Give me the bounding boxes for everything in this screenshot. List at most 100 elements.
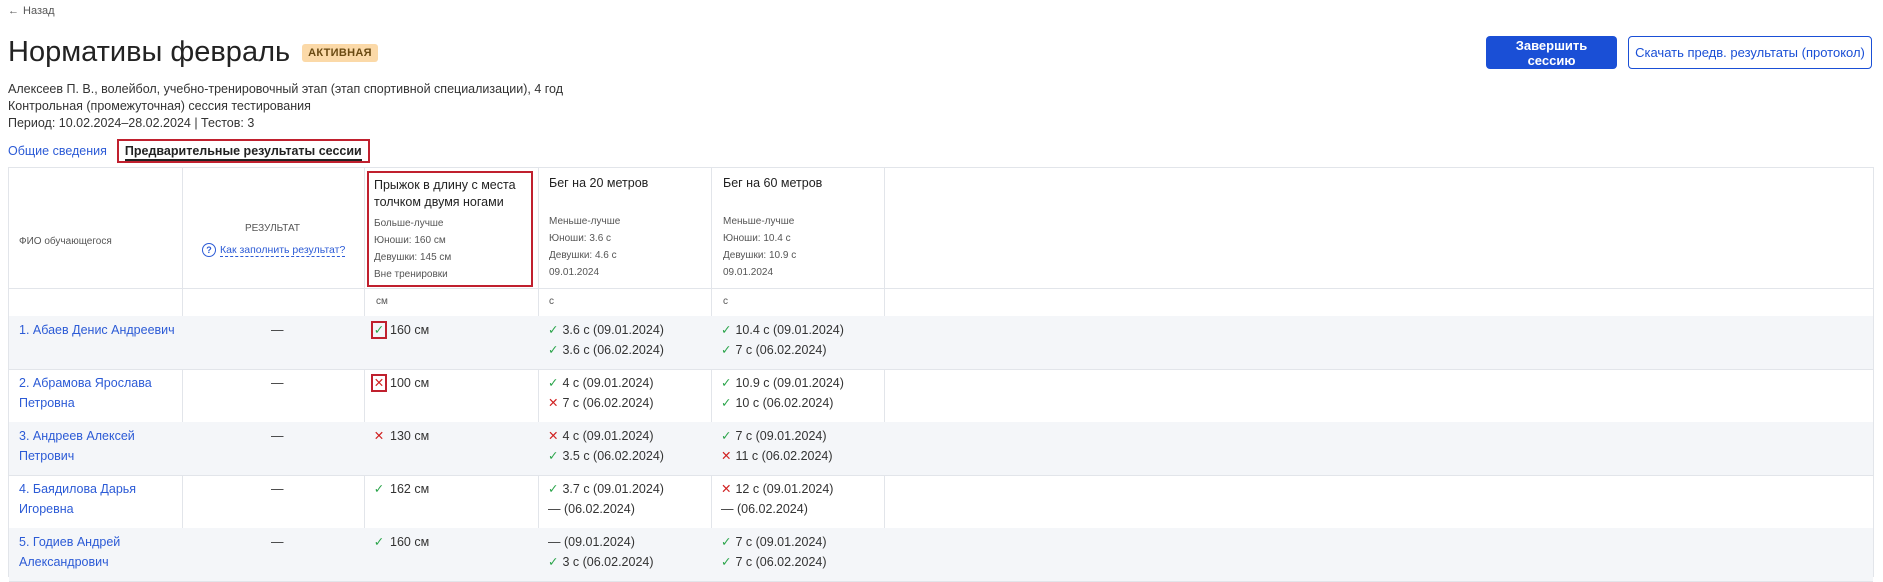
download-results-button[interactable]: Скачать предв. результаты (протокол): [1628, 36, 1872, 69]
header-result: РЕЗУЛЬТАТ: [245, 223, 300, 234]
test-1-text: 100 см: [390, 376, 430, 390]
test-3-attempt-1: 7 с (09.01.2024): [735, 535, 827, 549]
student-name-cell: 2. Абрамова Ярослава Петровна: [19, 373, 179, 413]
header-name: ФИО обучающегося: [19, 236, 112, 247]
tab-general[interactable]: Общие сведения: [8, 144, 107, 158]
check-icon: ✓: [721, 343, 732, 357]
test-1-status-icon: ✓: [371, 480, 387, 498]
test-3-rule: Меньше-лучше: [723, 216, 795, 227]
finish-session-button[interactable]: Завершить сессию: [1486, 36, 1617, 69]
test-2-attempt-2: 3.5 с (06.02.2024): [562, 449, 664, 463]
how-fill-link[interactable]: ? Как заполнить результат?: [202, 243, 346, 257]
test-1-text: 130 см: [390, 429, 430, 443]
test-2-values: ✓ 4 с (09.01.2024) ✕ 7 с (06.02.2024): [548, 373, 654, 413]
test-3-values: ✕ 12 с (09.01.2024) — (06.02.2024): [721, 479, 833, 519]
test-1-rule: Больше-лучше: [374, 218, 444, 229]
test-2-boys: Юноши: 3.6 с: [549, 233, 612, 244]
check-icon: ✓: [548, 376, 559, 390]
test-3-attempt-2: 10 с (06.02.2024): [735, 396, 834, 410]
test-1-status-icon: ✓: [371, 533, 387, 551]
test-2-girls: Девушки: 4.6 с: [549, 250, 617, 261]
info-session-type: Контрольная (промежуточная) сессия тести…: [8, 99, 311, 113]
check-icon: ✓: [548, 343, 559, 357]
test-1-text: 162 см: [390, 482, 430, 496]
check-icon: ✓: [548, 555, 559, 569]
test-3-title: Бег на 60 метров: [723, 176, 823, 190]
result-value: —: [271, 323, 284, 337]
result-value: —: [271, 535, 284, 549]
test-3-attempt-1: 7 с (09.01.2024): [735, 429, 827, 443]
info-period: Период: 10.02.2024–28.02.2024 | Тестов: …: [8, 116, 255, 130]
student-name-line1: 4. Баядилова Дарья: [19, 482, 137, 496]
check-icon: ✓: [721, 535, 732, 549]
check-icon: ✓: [721, 396, 732, 410]
test-1-value: ✕ 130 см: [371, 426, 429, 446]
student-name-line1: 2. Абрамова Ярослава: [19, 376, 152, 390]
test-2-attempt-1: 4 с (09.01.2024): [562, 376, 654, 390]
table-row: 1. Абаев Денис Андреевич — ✓ 160 см ✓ 3.6 с (…: [9, 316, 1873, 370]
check-icon: ✓: [373, 482, 385, 496]
table-row: 3. Андреев Алексей Петрович — ✕ 130 см ✕ 4 с (…: [9, 422, 1873, 476]
test-2-attempt-2: — (06.02.2024): [548, 502, 635, 516]
table-row: 4. Баядилова Дарья Игоревна — ✓ 162 см ✓ 3.7 с…: [9, 475, 1873, 529]
cross-icon: ✕: [373, 376, 385, 390]
student-name-line1: 3. Андреев Алексей: [19, 429, 135, 443]
tab-results[interactable]: Предварительные результаты сессии: [124, 144, 362, 161]
check-icon: ✓: [373, 323, 385, 337]
test-3-girls: Девушки: 10.9 с: [723, 250, 797, 261]
test-2-attempt-2: 3.6 с (06.02.2024): [562, 343, 664, 357]
test-3-values: ✓ 10.4 с (09.01.2024) ✓ 7 с (06.02.2024): [721, 320, 844, 360]
test-3-attempt-2: — (06.02.2024): [721, 502, 808, 516]
test-2-attempt-1: 4 с (09.01.2024): [562, 429, 654, 443]
check-icon: ✓: [373, 535, 385, 549]
tab-results-highlight: Предварительные результаты сессии: [116, 139, 370, 163]
result-value: —: [271, 482, 284, 496]
result-value: —: [271, 429, 284, 443]
student-name-link[interactable]: 1. Абаев Денис Андреевич: [19, 320, 179, 340]
student-name-link[interactable]: 3. Андреев Алексей Петрович: [19, 426, 179, 466]
test-2-title: Бег на 20 метров: [549, 176, 649, 190]
test-2-values: ✓ 3.6 с (09.01.2024) ✓ 3.6 с (06.02.2024): [548, 320, 664, 360]
test-3-attempt-1: 12 с (09.01.2024): [735, 482, 834, 496]
session-info: Алексеев П. В., волейбол, учебно-трениро…: [8, 81, 563, 132]
test-3-extra: 09.01.2024: [723, 267, 774, 278]
cross-icon: ✕: [721, 449, 732, 463]
check-icon: ✓: [721, 376, 732, 390]
test-1-status-icon: ✓: [371, 321, 387, 339]
student-name-cell: 3. Андреев Алексей Петрович: [19, 426, 179, 466]
check-icon: ✓: [721, 429, 732, 443]
test-2-attempt-1: 3.7 с (09.01.2024): [562, 482, 664, 496]
check-icon: ✓: [721, 555, 732, 569]
test-1-text: 160 см: [390, 535, 430, 549]
cross-icon: ✕: [548, 429, 559, 443]
result-value: —: [271, 376, 284, 390]
back-link[interactable]: ← Назад: [8, 5, 55, 17]
check-icon: ✓: [548, 482, 559, 496]
test-1-title-line1: Прыжок в длину с места: [374, 178, 516, 192]
test-2-values: ✕ 4 с (09.01.2024) ✓ 3.5 с (06.02.2024): [548, 426, 664, 466]
page-header: Нормативы февраль АКТИВНАЯ: [8, 36, 378, 69]
test-2-attempt-1: 3.6 с (09.01.2024): [562, 323, 664, 337]
how-fill-label: Как заполнить результат?: [220, 244, 346, 257]
test-3-values: ✓ 7 с (09.01.2024) ✕ 11 с (06.02.2024): [721, 426, 833, 466]
test-1-title-line2: толчком двумя ногами: [374, 195, 504, 209]
test-2-extra: 09.01.2024: [549, 267, 600, 278]
table-row: 2. Абрамова Ярослава Петровна — ✕ 100 см ✓ 4 с…: [9, 369, 1873, 423]
test-2-attempt-1: — (09.01.2024): [548, 535, 635, 549]
question-icon: ?: [202, 243, 216, 257]
student-name-link[interactable]: 5. Годиев Андрей Александрович: [19, 532, 179, 572]
test-3-values: ✓ 10.9 с (09.01.2024) ✓ 10 с (06.02.2024): [721, 373, 844, 413]
check-icon: ✓: [548, 323, 559, 337]
cross-icon: ✕: [373, 429, 385, 443]
test-3-attempt-2: 7 с (06.02.2024): [735, 343, 827, 357]
test-1-unit: см: [376, 296, 388, 307]
student-name-link[interactable]: 4. Баядилова Дарья Игоревна: [19, 479, 179, 519]
test-1-girls: Девушки: 145 см: [374, 252, 452, 263]
student-name-line1: 1. Абаев Денис Андреевич: [19, 323, 175, 337]
student-name-link[interactable]: 2. Абрамова Ярослава Петровна: [19, 373, 179, 413]
student-name-line1: 5. Годиев Андрей: [19, 535, 121, 549]
student-name-line2: Петровна: [19, 396, 75, 410]
test-1-boys: Юноши: 160 см: [374, 235, 446, 246]
test-1-text: 160 см: [390, 323, 430, 337]
test-3-values: ✓ 7 с (09.01.2024) ✓ 7 с (06.02.2024): [721, 532, 827, 572]
